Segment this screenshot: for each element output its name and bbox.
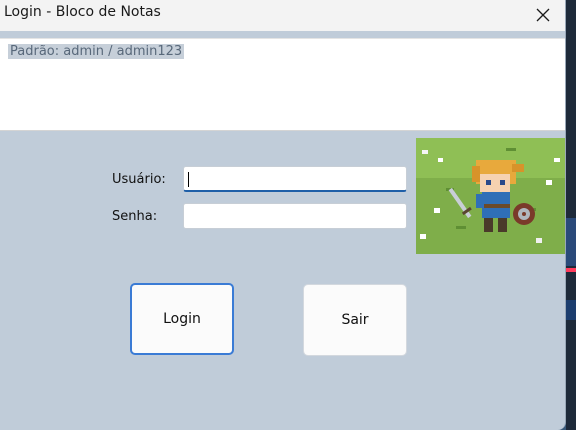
close-icon (536, 8, 550, 22)
default-credentials-text: Padrão: admin / admin123 (8, 44, 185, 59)
taskbar-segment (566, 218, 576, 266)
password-input[interactable] (183, 203, 407, 229)
window-title: Login - Bloco de Notas (4, 4, 161, 20)
pixel-hero-image (416, 138, 565, 254)
taskbar-segment (566, 300, 576, 320)
password-label: Senha: (112, 209, 158, 224)
username-label: Usuário: (112, 172, 166, 187)
close-button[interactable] (526, 0, 560, 30)
title-bar: Login - Bloco de Notas (0, 0, 565, 31)
exit-button[interactable]: Sair (303, 284, 407, 356)
username-input[interactable] (183, 166, 407, 192)
login-button[interactable]: Login (130, 283, 234, 355)
login-window: Login - Bloco de Notas Padrão: admin / a… (0, 0, 566, 430)
desktop-background (566, 0, 576, 430)
taskbar-accent (566, 268, 576, 272)
text-caret (188, 172, 189, 187)
notes-area[interactable]: Padrão: admin / admin123 (0, 38, 565, 131)
